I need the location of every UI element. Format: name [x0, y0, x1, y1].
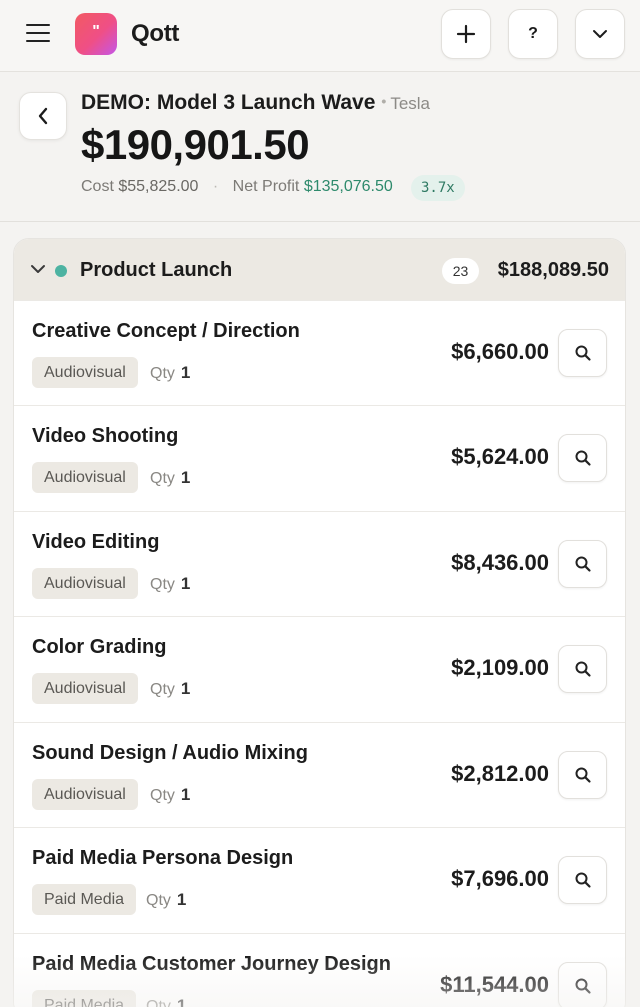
qty-label: Qty [150, 681, 175, 698]
group-color-dot [55, 265, 67, 277]
search-icon [575, 661, 591, 677]
line-item[interactable]: Creative Concept / Direction Audiovisual… [14, 300, 625, 405]
item-name: Color Grading [32, 636, 167, 658]
category-badge: Audiovisual [32, 462, 138, 493]
menu-icon[interactable] [26, 24, 52, 44]
qty-value: 1 [180, 679, 191, 698]
category-badge: Audiovisual [32, 357, 138, 388]
category-badge: Paid Media [32, 990, 137, 1007]
item-search-button[interactable] [558, 751, 607, 799]
search-icon [575, 345, 591, 361]
search-icon [575, 872, 591, 888]
item-name: Video Shooting [32, 425, 179, 447]
item-qty: Qty 1 [150, 574, 190, 594]
line-item[interactable]: Video Shooting Audiovisual Qty 1 $5,624.0… [14, 405, 625, 510]
app-name[interactable]: Qott [131, 20, 179, 48]
item-search-button[interactable] [558, 434, 607, 482]
category-badge: Audiovisual [32, 779, 138, 810]
item-amount: $7,696.00 [451, 866, 549, 891]
item-search-button[interactable] [558, 329, 607, 377]
chevron-down-icon[interactable] [30, 264, 46, 274]
item-name: Sound Design / Audio Mixing [32, 742, 308, 764]
divider [0, 221, 640, 222]
item-amount: $2,812.00 [451, 761, 549, 786]
item-qty: Qty 1 [150, 468, 190, 488]
item-amount: $5,624.00 [451, 444, 549, 469]
line-item[interactable]: Sound Design / Audio Mixing Audiovisual … [14, 722, 625, 827]
cost-value: $55,825.00 [118, 178, 199, 195]
search-icon [575, 978, 591, 994]
project-total: $190,901.50 [81, 121, 310, 168]
search-icon [575, 556, 591, 572]
line-item[interactable]: Paid Media Persona Design Paid Media Qty… [14, 827, 625, 932]
qty-value: 1 [180, 363, 191, 382]
item-search-button[interactable] [558, 856, 607, 904]
project-title: DEMO: Model 3 Launch Wave • Tesla [81, 91, 430, 115]
item-search-button[interactable] [558, 540, 607, 588]
qty-value: 1 [180, 574, 191, 593]
group-total: $188,089.50 [497, 259, 609, 281]
category-badge: Paid Media [32, 884, 137, 915]
item-qty: Qty 1 [146, 890, 186, 910]
qty-value: 1 [180, 785, 191, 804]
qty-value: 1 [180, 468, 191, 487]
qty-label: Qty [150, 470, 175, 487]
item-qty: Qty 1 [150, 785, 190, 805]
line-item[interactable]: Video Editing Audiovisual Qty 1 $8,436.00 [14, 511, 625, 616]
item-search-button[interactable] [558, 645, 607, 693]
project-meta: Cost $55,825.00 · Net Profit $135,076.50 [81, 178, 393, 196]
search-icon [575, 450, 591, 466]
help-icon: ? [528, 25, 538, 42]
qty-value: 1 [176, 890, 187, 909]
title-separator: • [381, 93, 387, 109]
cost-label: Cost [81, 178, 114, 195]
meta-separator: · [212, 178, 219, 195]
chevron-left-icon [38, 107, 48, 125]
item-amount: $11,544.00 [440, 972, 549, 997]
group-header[interactable]: Product Launch 23 $188,089.50 [14, 239, 625, 301]
qty-label: Qty [146, 892, 171, 909]
qty-label: Qty [150, 787, 175, 804]
qty-value: 1 [176, 996, 187, 1007]
line-item[interactable]: Paid Media Customer Journey Design Paid … [14, 933, 625, 1007]
item-qty: Qty 1 [146, 996, 186, 1007]
group-item-count: 23 [442, 258, 479, 284]
add-button[interactable] [441, 9, 491, 59]
item-name: Creative Concept / Direction [32, 320, 300, 342]
item-name: Paid Media Persona Design [32, 847, 294, 869]
client-name[interactable]: Tesla [390, 94, 430, 113]
line-item[interactable]: Color Grading Audiovisual Qty 1 $2,109.00 [14, 616, 625, 721]
item-search-button[interactable] [558, 962, 607, 1007]
line-item-group: Product Launch 23 $188,089.50 Creative C… [13, 238, 626, 1007]
chevron-down-icon [593, 30, 607, 38]
search-icon [575, 767, 591, 783]
item-qty: Qty 1 [150, 679, 190, 699]
help-button[interactable]: ? [508, 9, 558, 59]
group-name: Product Launch [80, 259, 233, 281]
qty-label: Qty [150, 365, 175, 382]
account-dropdown-button[interactable] [575, 9, 625, 59]
item-name: Paid Media Customer Journey Design [32, 953, 391, 975]
profit-multiplier-badge: 3.7x [411, 175, 465, 201]
qty-label: Qty [146, 998, 171, 1007]
qty-label: Qty [150, 576, 175, 593]
category-badge: Audiovisual [32, 568, 138, 599]
net-profit-value: $135,076.50 [303, 178, 393, 195]
net-profit-label: Net Profit [232, 178, 300, 195]
plus-icon [456, 24, 476, 44]
project-name: DEMO: Model 3 Launch Wave [81, 91, 376, 114]
item-qty: Qty 1 [150, 363, 190, 383]
item-amount: $2,109.00 [451, 655, 549, 680]
top-bar: " Qott ? [0, 0, 640, 72]
item-name: Video Editing [32, 531, 160, 553]
back-button[interactable] [19, 92, 67, 140]
category-badge: Audiovisual [32, 673, 138, 704]
app-logo[interactable]: " [75, 13, 117, 55]
item-amount: $6,660.00 [451, 339, 549, 364]
item-amount: $8,436.00 [451, 550, 549, 575]
